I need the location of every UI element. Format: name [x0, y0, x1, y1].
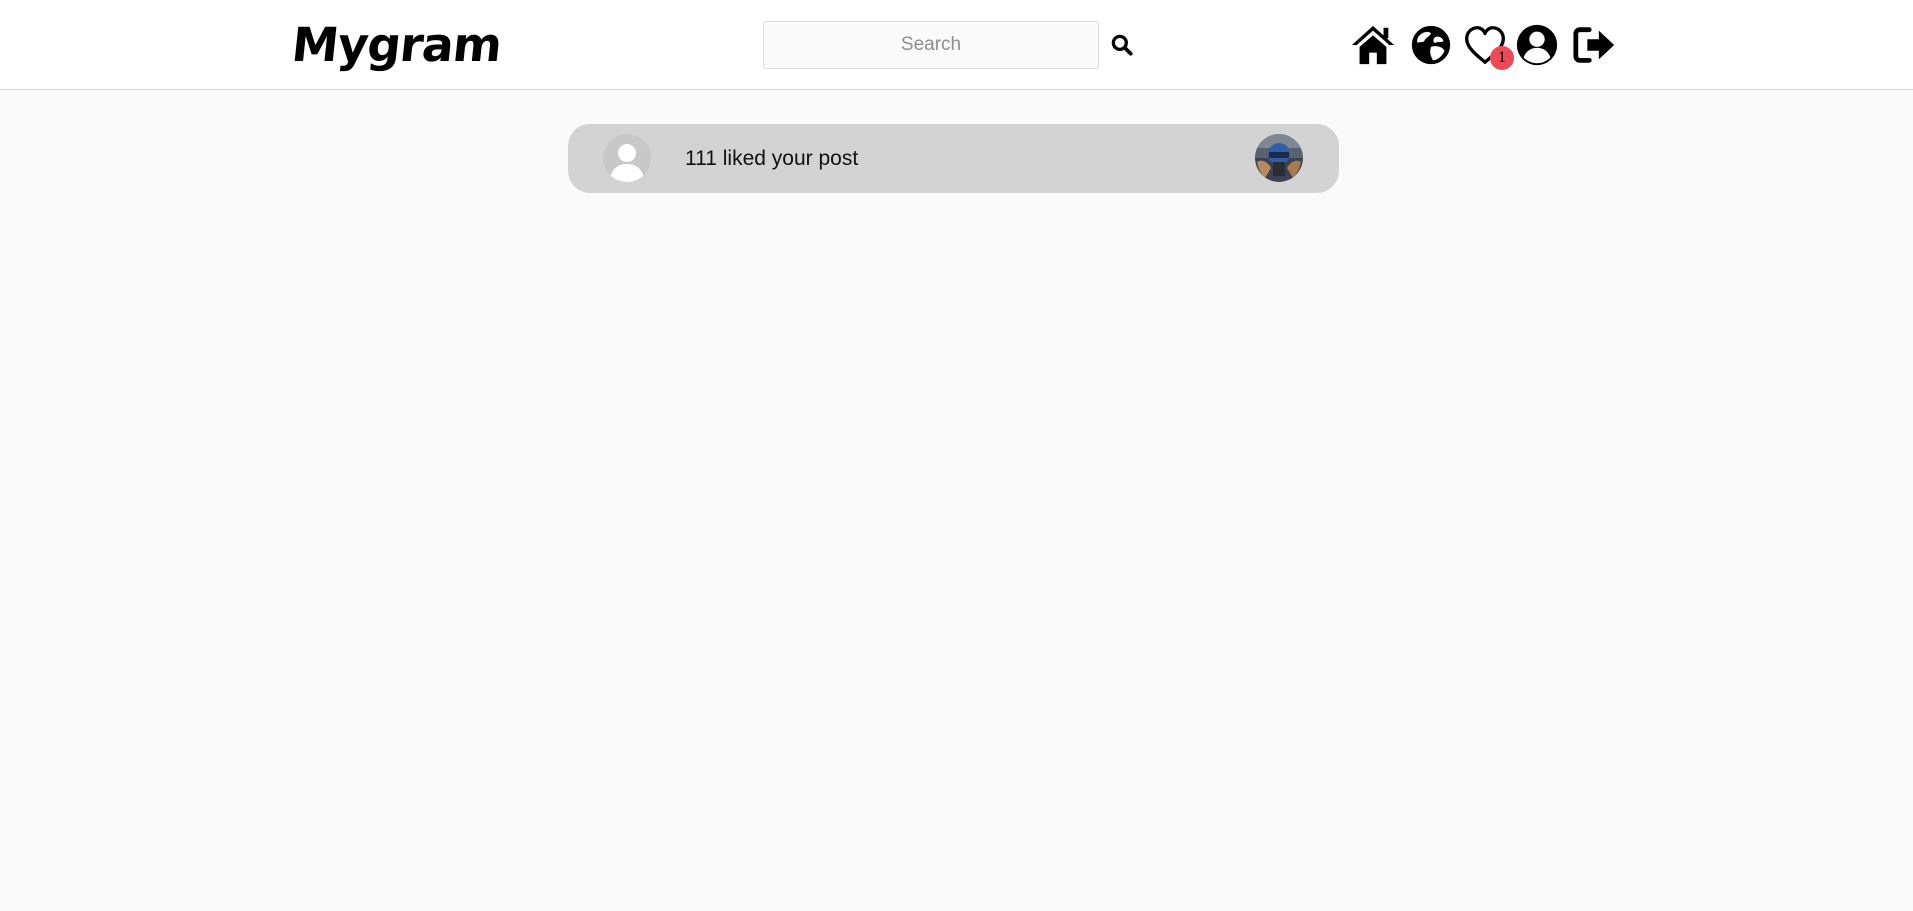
search-input[interactable] — [763, 21, 1099, 69]
top-navbar: Mygram Search 1 — [0, 0, 1913, 90]
notifications-heart-button[interactable]: 1 — [1462, 22, 1514, 70]
notification-item[interactable]: 111 liked your post — [568, 124, 1339, 193]
home-icon[interactable] — [1350, 22, 1396, 68]
search-bar — [763, 21, 1133, 69]
profile-icon[interactable] — [1514, 22, 1560, 68]
default-user-avatar[interactable] — [603, 134, 651, 182]
logout-icon[interactable] — [1572, 22, 1618, 68]
brand-logo[interactable]: Mygram — [289, 16, 504, 76]
post-thumbnail[interactable] — [1255, 134, 1303, 182]
search-icon[interactable] — [1109, 32, 1135, 58]
notification-count-badge: 1 — [1490, 46, 1514, 70]
explore-globe-icon[interactable] — [1408, 22, 1454, 68]
notification-text: 111 liked your post — [685, 147, 859, 170]
